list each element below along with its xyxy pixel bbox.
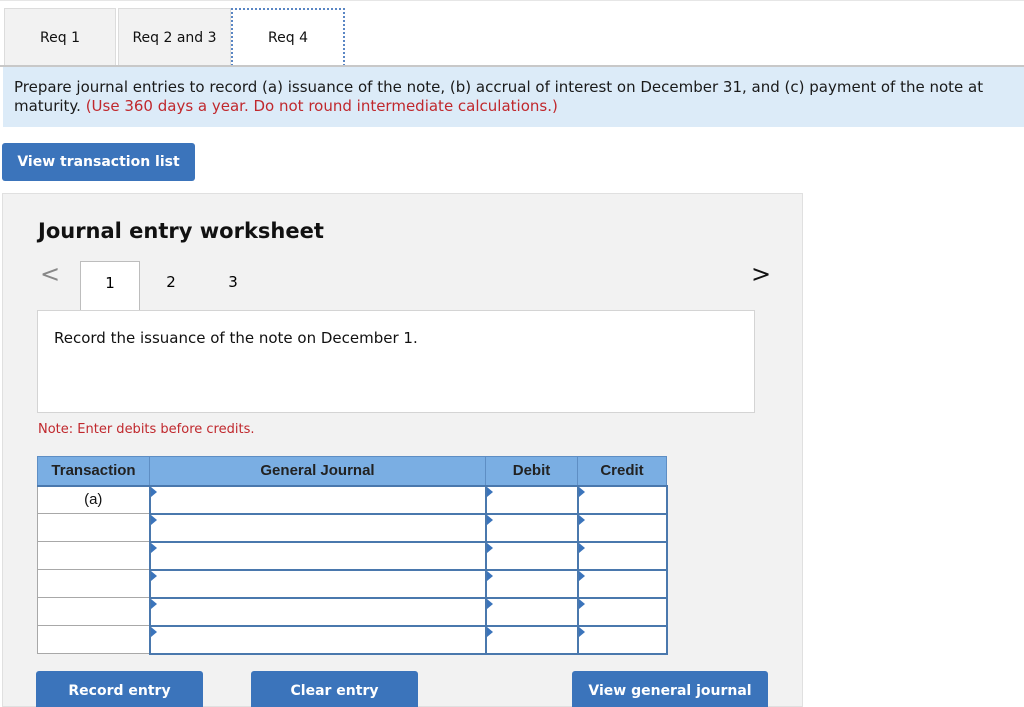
journal-row bbox=[37, 569, 668, 599]
dropdown-marker-icon bbox=[486, 570, 493, 581]
transaction-cell bbox=[37, 597, 150, 626]
header-credit: Credit bbox=[577, 456, 667, 487]
account-input[interactable] bbox=[148, 485, 487, 515]
dropdown-marker-icon bbox=[150, 486, 157, 497]
prompt-text: Record the issuance of the note on Decem… bbox=[54, 329, 418, 347]
account-input[interactable] bbox=[148, 541, 487, 571]
account-input[interactable] bbox=[148, 569, 487, 599]
transaction-cell: (a) bbox=[37, 485, 150, 514]
dropdown-marker-icon bbox=[578, 542, 585, 553]
credit-input[interactable] bbox=[576, 597, 668, 627]
record-entry-button[interactable]: Record entry bbox=[36, 671, 203, 707]
step-tab-1[interactable]: 1 bbox=[80, 261, 140, 312]
chevron-right-icon[interactable]: > bbox=[751, 260, 771, 288]
header-debit: Debit bbox=[485, 456, 578, 487]
header-general-journal: General Journal bbox=[149, 456, 486, 487]
dropdown-marker-icon bbox=[150, 570, 157, 581]
tab-req-2-and-3[interactable]: Req 2 and 3 bbox=[118, 8, 231, 66]
instructions-line-2-text: maturity. bbox=[14, 97, 81, 115]
clear-entry-button[interactable]: Clear entry bbox=[251, 671, 418, 707]
journal-row: (a) bbox=[37, 485, 668, 515]
transaction-cell bbox=[37, 541, 150, 570]
step-tab-2[interactable]: 2 bbox=[141, 261, 201, 311]
instructions-red-note: (Use 360 days a year. Do not round inter… bbox=[85, 97, 558, 115]
instructions-line-1: Prepare journal entries to record (a) is… bbox=[14, 78, 984, 96]
dropdown-marker-icon bbox=[150, 598, 157, 609]
journal-row bbox=[37, 597, 668, 627]
journal-header-row: Transaction General Journal Debit Credit bbox=[37, 456, 667, 487]
view-general-journal-button[interactable]: View general journal bbox=[572, 671, 768, 707]
account-input[interactable] bbox=[148, 625, 487, 655]
tab-req-4[interactable]: Req 4 bbox=[231, 8, 345, 66]
dropdown-marker-icon bbox=[578, 514, 585, 525]
credit-input[interactable] bbox=[576, 625, 668, 655]
debit-input[interactable] bbox=[484, 597, 579, 627]
debit-input[interactable] bbox=[484, 485, 579, 515]
credit-input[interactable] bbox=[576, 513, 668, 543]
credit-input[interactable] bbox=[576, 569, 668, 599]
transaction-cell bbox=[37, 569, 150, 598]
dropdown-marker-icon bbox=[486, 598, 493, 609]
header-transaction: Transaction bbox=[37, 456, 150, 487]
account-input[interactable] bbox=[148, 597, 487, 627]
dropdown-marker-icon bbox=[486, 514, 493, 525]
journal-table: Transaction General Journal Debit Credit… bbox=[37, 456, 668, 655]
step-tab-3[interactable]: 3 bbox=[203, 261, 263, 311]
credit-input[interactable] bbox=[576, 541, 668, 571]
journal-row bbox=[37, 625, 668, 655]
chevron-left-icon[interactable]: < bbox=[40, 260, 60, 288]
debit-input[interactable] bbox=[484, 541, 579, 571]
debit-input[interactable] bbox=[484, 625, 579, 655]
instructions-box: Prepare journal entries to record (a) is… bbox=[3, 67, 1024, 127]
debit-input[interactable] bbox=[484, 513, 579, 543]
debit-input[interactable] bbox=[484, 569, 579, 599]
debits-note: Note: Enter debits before credits. bbox=[38, 422, 255, 437]
dropdown-marker-icon bbox=[150, 514, 157, 525]
account-input[interactable] bbox=[148, 513, 487, 543]
dropdown-marker-icon bbox=[578, 626, 585, 637]
top-divider bbox=[0, 0, 1024, 1]
transaction-cell bbox=[37, 513, 150, 542]
dropdown-marker-icon bbox=[486, 626, 493, 637]
dropdown-marker-icon bbox=[486, 486, 493, 497]
tab-req-1[interactable]: Req 1 bbox=[4, 8, 116, 66]
credit-input[interactable] bbox=[576, 485, 668, 515]
journal-row bbox=[37, 541, 668, 571]
dropdown-marker-icon bbox=[486, 542, 493, 553]
dropdown-marker-icon bbox=[578, 570, 585, 581]
journal-row bbox=[37, 513, 668, 543]
prompt-box: Record the issuance of the note on Decem… bbox=[37, 310, 755, 413]
dropdown-marker-icon bbox=[578, 486, 585, 497]
requirement-tabs: Req 1 Req 2 and 3 Req 4 bbox=[4, 8, 345, 66]
instructions-line-2: maturity. (Use 360 days a year. Do not r… bbox=[14, 97, 1014, 116]
dropdown-marker-icon bbox=[150, 542, 157, 553]
worksheet-title: Journal entry worksheet bbox=[38, 219, 324, 243]
dropdown-marker-icon bbox=[150, 626, 157, 637]
journal-entry-worksheet-panel: Journal entry worksheet < 1 2 3 > Record… bbox=[2, 193, 803, 707]
transaction-cell bbox=[37, 625, 150, 654]
dropdown-marker-icon bbox=[578, 598, 585, 609]
view-transaction-list-button[interactable]: View transaction list bbox=[2, 143, 195, 181]
